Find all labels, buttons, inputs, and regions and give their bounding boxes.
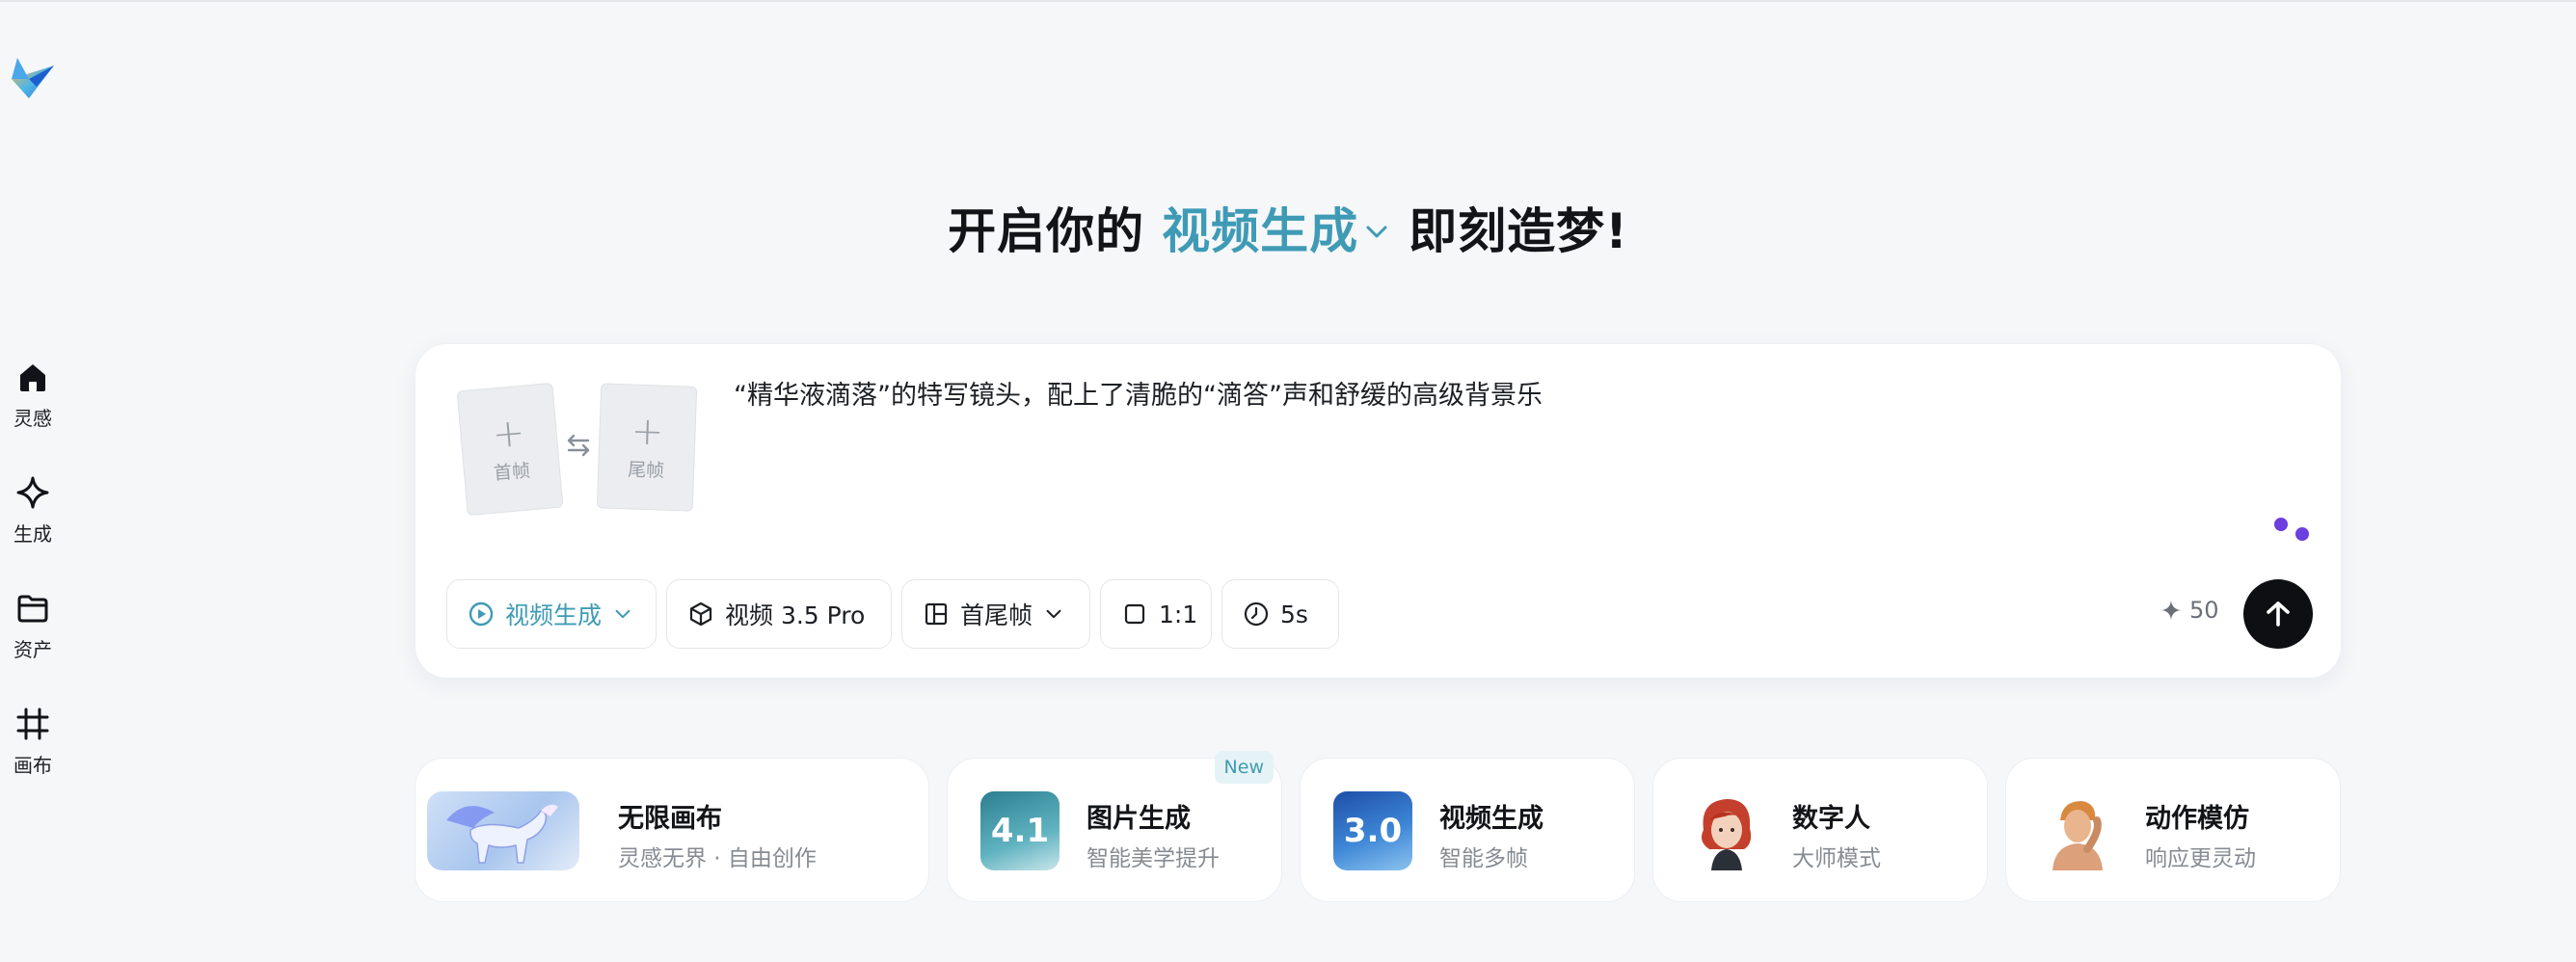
sidebar-item-label: 资产 (13, 638, 52, 661)
feature-title: 图片生成 (1087, 804, 1191, 834)
chevron-down-icon (615, 609, 631, 619)
folder-icon (17, 595, 48, 623)
sidebar-item-label: 灵感 (13, 407, 52, 430)
feature-card-digital-human[interactable]: 数字人 大师模式 (1652, 758, 1988, 902)
video-model-version: 3.0 (1343, 812, 1403, 850)
canvas-icon (16, 708, 49, 740)
page-headline: 开启你的 视频生成 即刻造梦! (0, 189, 2576, 266)
cube-icon (689, 601, 712, 627)
model-select-label: 视频 3.5 Pro (725, 601, 866, 629)
feature-subtitle: 大师模式 (1792, 846, 1881, 871)
paper-plane-logo-icon (12, 58, 54, 98)
plus-icon: + (490, 410, 527, 457)
last-frame-label: 尾帧 (627, 458, 665, 482)
video-generation-thumbnail: 3.0 (1333, 791, 1412, 870)
top-divider (0, 0, 2576, 2)
feature-subtitle: 响应更灵动 (2145, 846, 2256, 871)
feature-subtitle: 灵感无界 · 自由创作 (618, 846, 817, 871)
chevron-down-icon (1046, 609, 1061, 619)
feature-subtitle: 智能多帧 (1439, 846, 1528, 871)
feature-card-image-generation[interactable]: New 4.1 图片生成 智能美学提升 (947, 751, 1282, 902)
image-generation-thumbnail: 4.1 (980, 791, 1060, 870)
avatar-icon (1702, 799, 1752, 870)
feature-title: 动作模仿 (2145, 804, 2249, 834)
feature-card-video-generation[interactable]: 3.0 视频生成 智能多帧 (1300, 758, 1635, 902)
frame-layout-icon (925, 602, 948, 626)
headline-prefix: 开启你的 (948, 203, 1145, 259)
sidebar-item-label: 生成 (13, 522, 52, 546)
sparkle-icon (2161, 601, 2181, 620)
first-frame-upload[interactable]: + 首帧 (456, 382, 564, 517)
app-logo[interactable] (8, 52, 58, 102)
video-play-icon (469, 601, 494, 627)
loading-dots-icon (2274, 518, 2309, 541)
avatar-icon (2053, 801, 2103, 870)
headline-suffix: 即刻造梦! (1409, 203, 1628, 259)
sidebar-item-inspiration[interactable]: 灵感 (0, 359, 66, 445)
arrow-up-icon (2267, 601, 2290, 627)
duration-select-button[interactable]: 5s (1221, 579, 1339, 649)
home-icon (20, 364, 45, 391)
ratio-select-button[interactable]: 1:1 (1100, 579, 1212, 649)
sidebar-item-assets[interactable]: 资产 (0, 590, 66, 677)
frame-mode-select-button[interactable]: 首尾帧 (901, 579, 1090, 649)
sparkle-icon (16, 476, 49, 509)
prompt-toolbar: 视频生成 视频 3.5 Pro 首尾帧 1:1 5s (446, 579, 1339, 649)
sidebar-item-generate[interactable]: 生成 (0, 474, 66, 561)
headline-mode-dropdown[interactable]: 视频生成 (1162, 193, 1391, 262)
prompt-input[interactable]: “精华液滴落”的特写镜头，配上了清脆的“滴答”声和舒缓的高级背景乐 (734, 377, 2180, 415)
swap-icon[interactable] (564, 431, 593, 460)
credits-indicator: 50 (2160, 597, 2219, 624)
prompt-card: + 首帧 + 尾帧 “精华液滴落”的特写镜头，配上了清脆的“滴答”声和舒缓的高级… (415, 343, 2342, 679)
feature-subtitle: 智能美学提升 (1087, 846, 1220, 871)
feature-card-motion-imitation[interactable]: 动作模仿 响应更灵动 (2005, 758, 2341, 902)
last-frame-upload[interactable]: + 尾帧 (596, 383, 698, 512)
feature-title: 视频生成 (1439, 804, 1543, 834)
frame-mode-label: 首尾帧 (960, 601, 1033, 629)
digital-human-thumbnail (1686, 791, 1765, 870)
motion-imitation-thumbnail (2039, 791, 2118, 870)
ratio-label: 1:1 (1159, 600, 1198, 628)
sidebar-item-label: 画布 (13, 754, 52, 777)
new-badge: New (1214, 751, 1274, 784)
image-model-version: 4.1 (990, 812, 1050, 850)
infinite-canvas-thumbnail (427, 791, 579, 870)
feature-title: 无限画布 (618, 804, 722, 834)
mode-select-label: 视频生成 (505, 601, 603, 629)
send-button[interactable] (2243, 579, 2313, 649)
feature-card-infinite-canvas[interactable]: 无限画布 灵感无界 · 自由创作 (415, 758, 929, 902)
pegasus-icon (446, 804, 558, 864)
square-ratio-icon (1124, 603, 1145, 625)
sidebar-item-canvas[interactable]: 画布 (0, 706, 66, 792)
feature-title: 数字人 (1792, 804, 1870, 834)
mode-select-button[interactable]: 视频生成 (446, 579, 657, 649)
clock-icon (1244, 601, 1269, 627)
credits-value: 50 (2189, 597, 2219, 624)
headline-mode-label: 视频生成 (1162, 203, 1359, 259)
first-frame-label: 首帧 (493, 459, 531, 485)
plus-icon: + (631, 408, 665, 455)
chevron-down-icon (1366, 226, 1387, 238)
model-select-button[interactable]: 视频 3.5 Pro (666, 579, 892, 649)
duration-label: 5s (1280, 600, 1308, 628)
